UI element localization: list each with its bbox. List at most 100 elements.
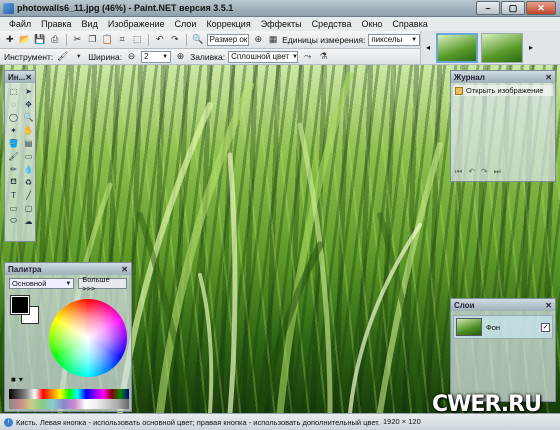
paint-bucket-icon[interactable]: 🪣 <box>7 137 20 149</box>
menu-view[interactable]: Вид <box>77 19 103 29</box>
cut-icon[interactable]: ✂ <box>72 33 84 46</box>
image-thumbnail[interactable] <box>481 32 523 63</box>
rewind-icon[interactable]: ⏮ <box>455 167 462 177</box>
fast-forward-icon[interactable]: ⏭ <box>494 167 501 177</box>
layers-panel-header[interactable]: Слои ✕ <box>451 299 555 311</box>
scroll-left-icon[interactable]: ◂ <box>423 43 433 52</box>
layer-row[interactable]: Фон ✓ <box>453 315 553 339</box>
units-select[interactable]: пикселы ▼ <box>368 33 421 46</box>
eraser-icon[interactable]: ▭ <box>22 150 35 162</box>
palette-menu-icon[interactable]: ▾ <box>19 375 23 384</box>
palette-mode-select[interactable]: Основной ▼ <box>9 278 75 289</box>
recolor-icon[interactable]: ♻ <box>22 176 35 188</box>
line-curve-icon[interactable]: ╱ <box>22 189 35 201</box>
history-controls: ⏮ ↶ ↷ ⏭ <box>455 167 501 177</box>
save-icon[interactable]: 💾 <box>34 33 46 46</box>
pan-icon[interactable]: ✋ <box>22 124 35 136</box>
rectangle-select-icon[interactable]: ⬚ <box>7 85 20 97</box>
blend-mode-icon[interactable]: ⚗ <box>317 50 330 63</box>
lasso-select-icon[interactable]: ◌ <box>7 98 20 110</box>
redo-history-icon[interactable]: ↷ <box>481 167 488 177</box>
print-icon[interactable]: ⎙ <box>49 33 61 46</box>
window-controls: – ▢ ✕ <box>476 1 556 15</box>
text-icon[interactable]: T <box>7 189 20 201</box>
decrease-icon[interactable]: ⊖ <box>125 50 138 63</box>
rounded-rectangle-icon[interactable]: ▢ <box>22 202 35 214</box>
close-icon[interactable]: ✕ <box>545 301 552 310</box>
width-select[interactable]: 2 ▼ <box>141 50 172 63</box>
history-item-label: Открыть изображение <box>466 86 544 95</box>
copy-icon[interactable]: ❐ <box>86 33 98 46</box>
menu-image[interactable]: Изображение <box>103 19 170 29</box>
palette-panel-title: Палитра <box>8 264 42 274</box>
menu-file[interactable]: Файл <box>4 19 36 29</box>
zoom-tool-icon[interactable]: 🔍 <box>22 111 35 123</box>
open-folder-icon[interactable]: 📂 <box>19 33 31 46</box>
layer-visibility-checkbox[interactable]: ✓ <box>541 322 550 332</box>
more-button[interactable]: Больше >>> <box>78 275 127 293</box>
increase-icon[interactable]: ⊕ <box>174 50 187 63</box>
history-item[interactable]: Открыть изображение <box>453 85 553 96</box>
brush-icon[interactable]: 🖌 <box>56 50 69 63</box>
close-icon[interactable]: ✕ <box>545 73 552 82</box>
pencil-icon[interactable]: ✏ <box>7 163 20 175</box>
grid-icon[interactable]: ▦ <box>267 33 279 46</box>
layers-panel-title: Слои <box>454 300 475 310</box>
palette-panel-header[interactable]: Палитра ✕ <box>5 263 131 275</box>
menu-effects[interactable]: Эффекты <box>256 19 307 29</box>
chevron-down-icon: ▼ <box>162 53 169 60</box>
zoom-icon[interactable]: 🔍 <box>192 33 204 46</box>
move-selected-icon[interactable]: ✥ <box>22 98 35 110</box>
close-icon[interactable]: ✕ <box>25 73 32 82</box>
menu-utilities[interactable]: Средства <box>307 19 357 29</box>
gradient-icon[interactable]: ▤ <box>22 137 35 149</box>
antialiasing-icon[interactable]: ⤳ <box>301 50 314 63</box>
paint-net-window: photowalls6_11.jpg (46%) - Paint.NET вер… <box>0 0 560 430</box>
deselect-icon[interactable]: ⬚ <box>131 33 143 46</box>
paste-icon[interactable]: 📋 <box>101 33 113 46</box>
chevron-down-icon: ▼ <box>292 53 298 60</box>
primary-color-swatch[interactable] <box>10 295 30 315</box>
menu-adjustments[interactable]: Коррекция <box>201 19 255 29</box>
image-dimensions: 1920 × 120 <box>383 417 421 426</box>
new-file-icon[interactable]: ✚ <box>4 33 16 46</box>
ellipse-icon[interactable]: ⬭ <box>7 215 20 227</box>
crop-icon[interactable]: ⌗ <box>116 33 128 46</box>
color-picker-icon[interactable]: 💧 <box>22 163 35 175</box>
scroll-right-icon[interactable]: ▸ <box>526 43 536 52</box>
history-panel-header[interactable]: Журнал ✕ <box>451 71 555 83</box>
minimize-button[interactable]: – <box>476 1 500 15</box>
move-selection-icon[interactable]: ➤ <box>22 85 35 97</box>
tools-grid: ⬚ ➤ ◌ ✥ ◯ 🔍 ✦ ✋ 🪣 ▤ 🖌 ▭ ✏ 💧 ⛾ ♻ T ╱ ▭ ▢ … <box>5 83 35 229</box>
tool-label: Инструмент: <box>4 51 54 62</box>
freeform-shape-icon[interactable]: ☁ <box>22 215 35 227</box>
ellipse-select-icon[interactable]: ◯ <box>7 111 20 123</box>
color-wheel[interactable] <box>49 299 127 377</box>
chevron-down-icon[interactable]: ▼ <box>72 50 85 63</box>
paintbrush-icon[interactable]: 🖌 <box>7 150 20 162</box>
magic-wand-icon[interactable]: ✦ <box>7 124 20 136</box>
image-thumbnail[interactable] <box>436 32 478 63</box>
palette-color-strip[interactable] <box>9 389 129 399</box>
menu-edit[interactable]: Правка <box>36 19 76 29</box>
reset-colors-icon[interactable]: ■ <box>11 375 16 384</box>
maximize-button[interactable]: ▢ <box>501 1 525 15</box>
clone-stamp-icon[interactable]: ⛾ <box>7 176 20 188</box>
zoom-select[interactable]: Размер ок▼ <box>206 33 250 46</box>
close-button[interactable]: ✕ <box>526 1 556 15</box>
history-panel-title: Журнал <box>454 72 485 82</box>
menu-help[interactable]: Справка <box>387 19 432 29</box>
close-icon[interactable]: ✕ <box>121 265 128 274</box>
palette-color-strip-2[interactable] <box>9 399 129 409</box>
undo-history-icon[interactable]: ↶ <box>468 167 475 177</box>
tools-panel: Ин... ✕ ⬚ ➤ ◌ ✥ ◯ 🔍 ✦ ✋ 🪣 ▤ 🖌 ▭ ✏ 💧 ⛾ ♻ … <box>4 70 36 242</box>
redo-icon[interactable]: ↷ <box>169 33 181 46</box>
app-icon[interactable] <box>3 3 14 14</box>
tools-panel-header[interactable]: Ин... ✕ <box>5 71 35 83</box>
menu-window[interactable]: Окно <box>357 19 388 29</box>
menu-layers[interactable]: Слои <box>170 19 202 29</box>
undo-icon[interactable]: ↶ <box>154 33 166 46</box>
rectangle-icon[interactable]: ▭ <box>7 202 20 214</box>
zoom-in-icon[interactable]: ⊕ <box>252 33 264 46</box>
fill-select[interactable]: Сплошной цвет ▼ <box>228 50 299 63</box>
